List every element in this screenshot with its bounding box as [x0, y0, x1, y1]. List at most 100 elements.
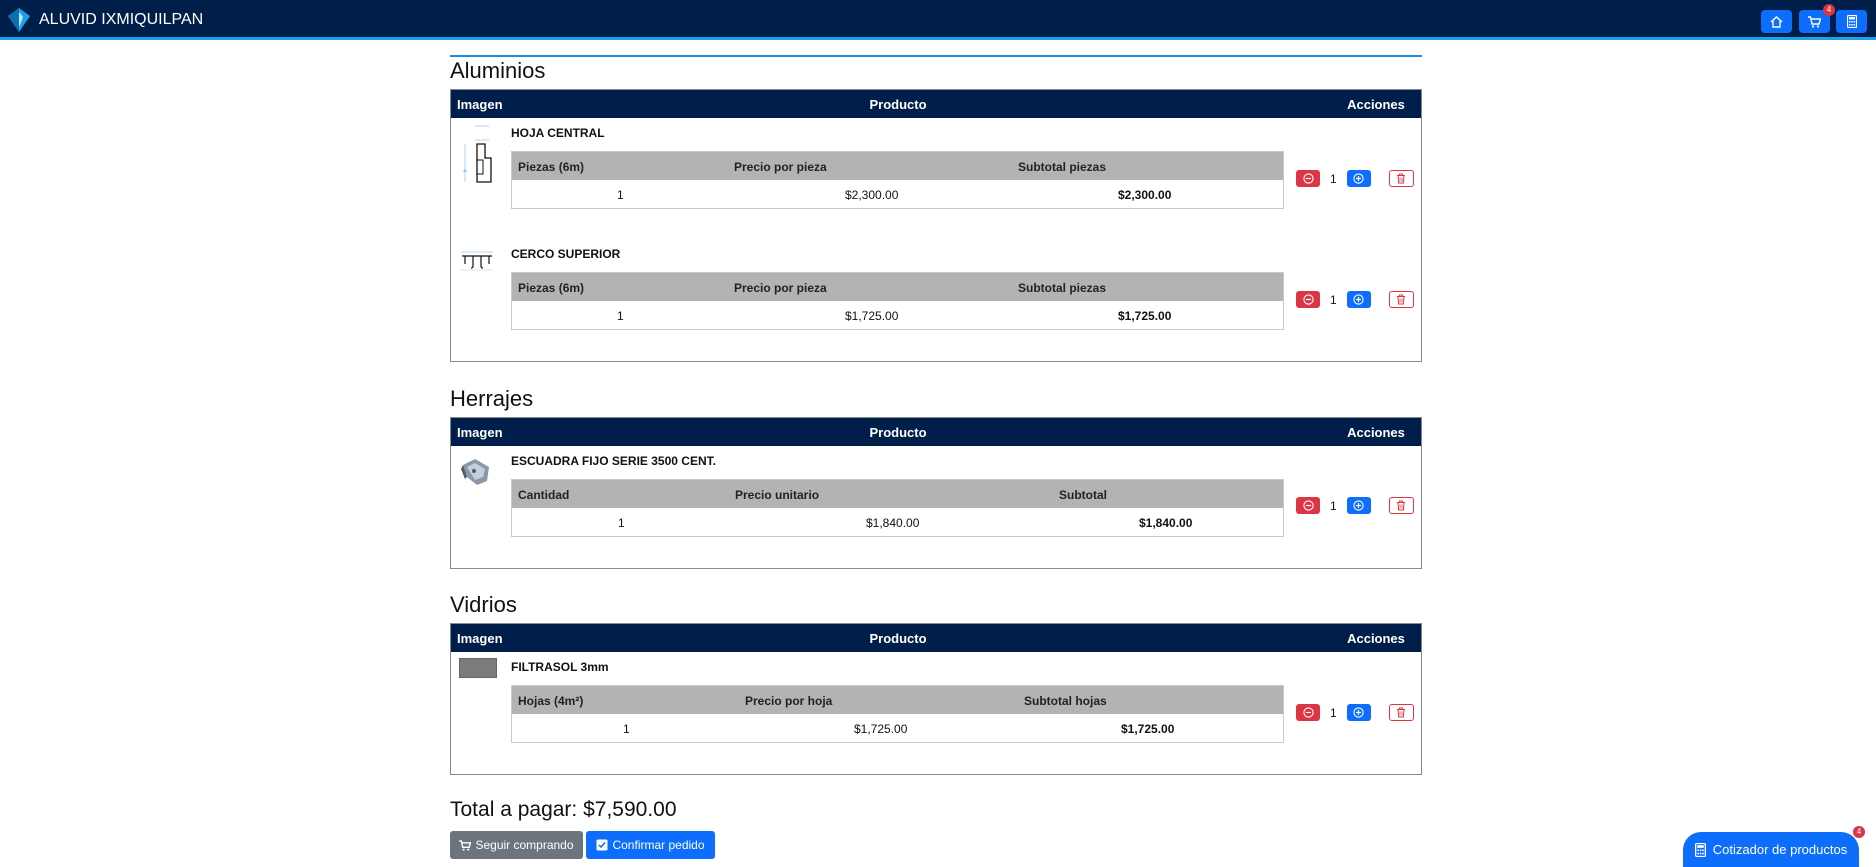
product-name: FILTRASOL 3mm: [511, 660, 609, 674]
confirm-order-button[interactable]: Confirmar pedido: [586, 831, 715, 859]
minus-circle-icon: [1302, 173, 1314, 184]
product-name: HOJA CENTRAL: [511, 126, 605, 140]
decrease-quantity-button[interactable]: [1296, 704, 1320, 721]
product-detail-table: Cantidad Precio unitario Subtotal 1 $1,8…: [511, 479, 1284, 537]
header-actions: Acciones: [1347, 97, 1405, 112]
plus-circle-icon: [1353, 500, 1364, 511]
product-detail-table: Piezas (6m) Precio por pieza Subtotal pi…: [511, 272, 1284, 330]
increase-quantity-button[interactable]: [1346, 704, 1371, 721]
home-icon: [1770, 15, 1783, 28]
product-detail-table: Hojas (4m²) Precio por hoja Subtotal hoj…: [511, 685, 1284, 743]
delete-item-button[interactable]: [1388, 291, 1414, 308]
detail-col-subtotal: Subtotal piezas: [1018, 281, 1107, 295]
minus-circle-icon: [1302, 500, 1314, 511]
trash-icon: [1397, 500, 1406, 511]
detail-header: Hojas (4m²) Precio por hoja Subtotal hoj…: [512, 686, 1283, 714]
calculator-button[interactable]: [1836, 10, 1867, 33]
cart-icon: [459, 839, 472, 851]
vidrios-table: Imagen Producto Acciones FILTRASOL 3mm H…: [450, 623, 1422, 775]
decrease-quantity-button[interactable]: [1296, 291, 1320, 308]
detail-col-subtotal: Subtotal: [1059, 488, 1107, 502]
product-bracket-image: [461, 459, 489, 485]
detail-col-subtotal: Subtotal hojas: [1024, 694, 1107, 708]
item-actions: 1: [1296, 704, 1414, 721]
header-product: Producto: [869, 631, 927, 646]
quantity-value: 1: [1330, 705, 1337, 720]
product-quoter-button[interactable]: Cotizador de productos 4: [1683, 826, 1865, 867]
detail-quantity: 1: [617, 309, 624, 323]
increase-quantity-button[interactable]: [1346, 497, 1371, 514]
quantity-value: 1: [1330, 498, 1337, 513]
detail-quantity: 1: [623, 722, 630, 736]
increase-quantity-button[interactable]: [1346, 291, 1371, 308]
confirm-order-label: Confirmar pedido: [612, 838, 705, 852]
item-actions: 1: [1296, 170, 1414, 187]
product-glass-image: [459, 658, 497, 678]
order-total: Total a pagar: $7,590.00: [450, 798, 677, 821]
aluminios-table: Imagen Producto Acciones HOJA CENTRAL Pi…: [450, 89, 1422, 362]
decrease-quantity-button[interactable]: [1296, 170, 1320, 187]
header-actions: Acciones: [1347, 631, 1405, 646]
herrajes-table: Imagen Producto Acciones ESCUADRA FIJO S…: [450, 417, 1422, 569]
table-header: Imagen Producto Acciones: [451, 418, 1421, 446]
trash-icon: [1397, 294, 1406, 305]
detail-col-quantity: Piezas (6m): [518, 160, 585, 174]
detail-col-price: Precio unitario: [735, 488, 820, 502]
plus-circle-icon: [1353, 707, 1364, 718]
product-name: CERCO SUPERIOR: [511, 247, 621, 261]
detail-col-price: Precio por pieza: [734, 160, 827, 174]
minus-circle-icon: [1302, 294, 1314, 305]
item-actions: 1: [1296, 291, 1414, 308]
detail-header: Cantidad Precio unitario Subtotal: [512, 480, 1283, 508]
calculator-icon: [1694, 842, 1706, 857]
detail-header: Piezas (6m) Precio por pieza Subtotal pi…: [512, 152, 1283, 180]
detail-subtotal: $2,300.00: [1118, 188, 1172, 202]
detail-row: 1 $2,300.00 $2,300.00: [512, 180, 1283, 208]
table-header: Imagen Producto Acciones: [451, 90, 1421, 118]
detail-row: 1 $1,725.00 $1,725.00: [512, 301, 1283, 329]
cart-icon: [1808, 15, 1821, 28]
detail-quantity: 1: [617, 188, 624, 202]
cart-item: ESCUADRA FIJO SERIE 3500 CENT. Cantidad …: [451, 446, 1421, 568]
quantity-value: 1: [1330, 292, 1337, 307]
header-actions: Acciones: [1347, 425, 1405, 440]
detail-quantity: 1: [618, 516, 625, 530]
cart-item: HOJA CENTRAL Piezas (6m) Precio por piez…: [451, 118, 1421, 238]
brand-name: ALUVID IXMIQUILPAN: [39, 11, 204, 28]
section-title-herrajes: Herrajes: [450, 386, 534, 411]
continue-shopping-button[interactable]: Seguir comprando: [450, 831, 583, 859]
detail-header: Piezas (6m) Precio por pieza Subtotal pi…: [512, 273, 1283, 301]
quoter-count-badge: 4: [1853, 826, 1865, 838]
trash-icon: [1397, 707, 1406, 718]
continue-shopping-label: Seguir comprando: [475, 838, 574, 852]
increase-quantity-button[interactable]: [1346, 170, 1371, 187]
delete-item-button[interactable]: [1388, 170, 1414, 187]
detail-price: $1,725.00: [845, 309, 899, 323]
section-divider: [450, 55, 1422, 57]
check-square-icon: [596, 839, 608, 851]
cart-count-badge: 4: [1823, 4, 1835, 16]
delete-item-button[interactable]: [1388, 704, 1414, 721]
detail-price: $1,840.00: [866, 516, 920, 530]
top-navbar: ALUVID IXMIQUILPAN 4: [0, 0, 1876, 40]
header-product: Producto: [869, 97, 927, 112]
product-quoter-label: Cotizador de productos: [1712, 842, 1848, 857]
decrease-quantity-button[interactable]: [1296, 497, 1320, 514]
detail-col-price: Precio por pieza: [734, 281, 827, 295]
delete-item-button[interactable]: [1388, 497, 1414, 514]
plus-circle-icon: [1353, 173, 1364, 184]
cart-button[interactable]: 4: [1799, 4, 1835, 33]
brand[interactable]: ALUVID IXMIQUILPAN: [8, 8, 203, 32]
section-title-vidrios: Vidrios: [450, 592, 517, 617]
cart-item: FILTRASOL 3mm Hojas (4m²) Precio por hoj…: [451, 652, 1421, 774]
table-header: Imagen Producto Acciones: [451, 624, 1421, 652]
minus-circle-icon: [1302, 707, 1314, 718]
detail-subtotal: $1,725.00: [1118, 309, 1172, 323]
item-actions: 1: [1296, 497, 1414, 514]
section-title-aluminios: Aluminios: [450, 58, 546, 83]
detail-price: $1,725.00: [854, 722, 908, 736]
header-product: Producto: [869, 425, 927, 440]
detail-subtotal: $1,840.00: [1139, 516, 1193, 530]
home-button[interactable]: [1761, 10, 1792, 33]
detail-subtotal: $1,725.00: [1121, 722, 1175, 736]
